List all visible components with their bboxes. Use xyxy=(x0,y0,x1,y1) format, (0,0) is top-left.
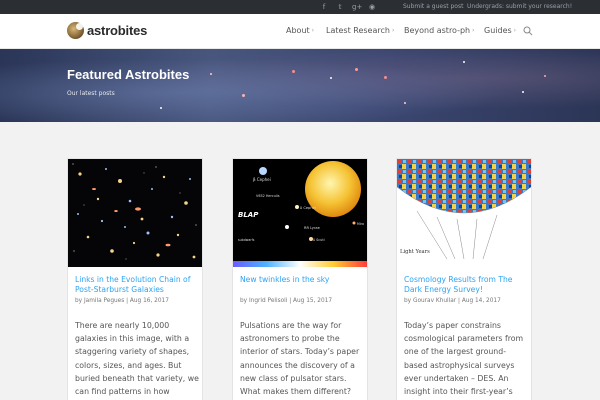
post-thumbnail-pulsators[interactable]: β Cephei V652 Herculis BLAP δ Cephei RR … xyxy=(233,159,367,267)
label-subdwarfs: subdwarfs xyxy=(238,238,255,242)
label-blap: BLAP xyxy=(238,211,259,219)
hero-banner: Featured Astrobites Our latest posts xyxy=(0,49,600,122)
label-rr-lyrae: RR Lyrae xyxy=(304,226,321,230)
chevron-right-icon: › xyxy=(311,27,315,34)
nav-about[interactable]: About › xyxy=(286,26,314,35)
chevron-right-icon: › xyxy=(391,27,395,34)
nav-beyond-astro-ph[interactable]: Beyond astro-ph › xyxy=(404,26,475,35)
label-light-years: Light Years xyxy=(400,249,430,255)
social-links: f 𝕥 g+ ◉ xyxy=(320,1,376,13)
twitter-icon[interactable]: 𝕥 xyxy=(336,1,344,13)
site-logo[interactable]: astrobites xyxy=(67,22,147,39)
post-thumbnail-dark-energy-map[interactable]: Light Years xyxy=(397,159,531,267)
post-meta: by Gourav Khullar | Aug 14, 2017 xyxy=(404,298,501,304)
undergrad-submit-link[interactable]: Undergrads: submit your research! xyxy=(467,0,572,14)
rss-icon[interactable]: ◉ xyxy=(368,1,376,13)
label-beta-cephei-top: β Cephei xyxy=(253,177,271,182)
site-header: astrobites About › Latest Research › Bey… xyxy=(0,14,600,49)
page-title: Featured Astrobites xyxy=(67,67,190,82)
post-card: Light Years Cosmology Results from The D… xyxy=(396,158,532,400)
top-bar: f 𝕥 g+ ◉ Submit a guest post Undergrads:… xyxy=(0,0,600,14)
nav-beyond-astro-ph-label: Beyond astro-ph xyxy=(404,26,471,35)
post-card: Links in the Evolution Chain of Post-Sta… xyxy=(67,158,203,400)
post-meta: by Jamila Pegues | Aug 16, 2017 xyxy=(75,298,169,304)
chevron-right-icon: › xyxy=(472,27,475,34)
nav-guides[interactable]: Guides › xyxy=(484,26,516,35)
post-excerpt: Pulsations are the way for astronomers t… xyxy=(240,321,360,397)
submit-guest-post-link[interactable]: Submit a guest post xyxy=(403,0,463,14)
nav-guides-label: Guides xyxy=(484,26,512,35)
label-delta-cephei: δ Cephei xyxy=(300,206,316,210)
search-icon[interactable] xyxy=(523,26,533,36)
nav-about-label: About xyxy=(286,26,310,35)
google-plus-icon[interactable]: g+ xyxy=(352,1,362,13)
chevron-right-icon: › xyxy=(513,27,517,34)
facebook-icon[interactable]: f xyxy=(320,1,328,13)
page-subtitle: Our latest posts xyxy=(67,90,115,97)
label-v652: V652 Herculis xyxy=(256,194,280,198)
post-excerpt: There are nearly 10,000 galaxies in this… xyxy=(75,321,199,397)
logo-icon xyxy=(67,22,84,39)
nav-latest-research[interactable]: Latest Research › xyxy=(326,26,394,35)
post-card: β Cephei V652 Herculis BLAP δ Cephei RR … xyxy=(232,158,368,400)
label-delta-scuti: δ Scuti xyxy=(313,238,325,242)
label-mira: Mira xyxy=(357,222,364,226)
post-thumbnail-deep-field[interactable] xyxy=(68,159,202,267)
post-title-link[interactable]: Links in the Evolution Chain of Post-Sta… xyxy=(75,275,199,295)
post-title-link[interactable]: New twinkles in the sky xyxy=(240,275,364,285)
post-title-link[interactable]: Cosmology Results from The Dark Energy S… xyxy=(404,275,528,295)
post-excerpt: Today’s paper constrains cosmological pa… xyxy=(404,321,524,397)
post-meta: by Ingrid Pelisoli | Aug 15, 2017 xyxy=(240,298,333,304)
logo-text: astrobites xyxy=(87,23,148,38)
nav-latest-research-label: Latest Research xyxy=(326,26,390,35)
